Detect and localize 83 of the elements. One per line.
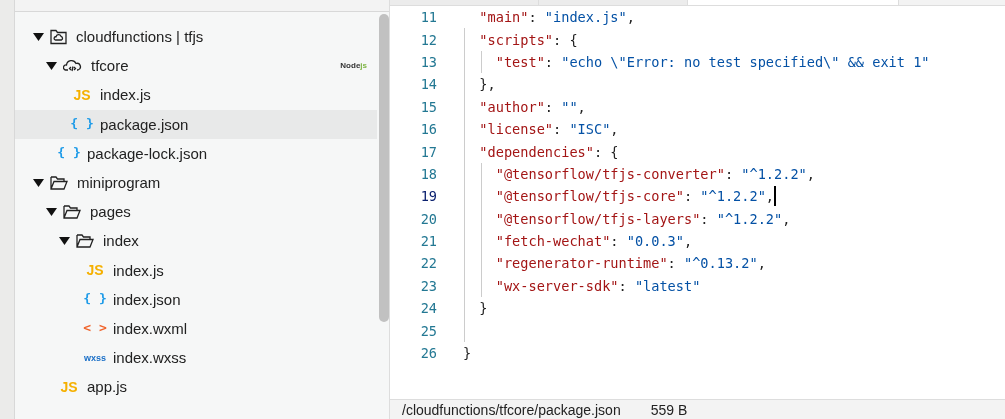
cloud-folder-icon bbox=[50, 28, 67, 45]
file-tree-item[interactable]: JS index.js bbox=[15, 80, 377, 110]
file-type-icon: { } bbox=[57, 144, 81, 163]
file-tree-item[interactable]: { } package-lock.json bbox=[15, 138, 377, 168]
file-name: pages bbox=[90, 203, 131, 221]
file-name: miniprogram bbox=[77, 174, 161, 192]
file-name: app.js bbox=[87, 378, 128, 396]
file-type-icon: wxss bbox=[83, 348, 107, 367]
file-name: index bbox=[103, 232, 139, 250]
line-number: 18 bbox=[419, 165, 437, 182]
code-line: "main": "index.js", bbox=[478, 9, 635, 26]
file-type-icon: { } bbox=[70, 115, 94, 134]
code-line: "license": "ISC", bbox=[478, 121, 619, 138]
file-tree-item[interactable]: cloudfunctions | tfjs bbox=[15, 22, 377, 52]
file-path: /cloudfunctions/tfcore/package.json bbox=[402, 401, 621, 418]
file-type-icon: < > bbox=[83, 319, 107, 338]
line-number: 16 bbox=[419, 121, 437, 138]
file-name: index.wxss bbox=[113, 349, 187, 367]
caret-icon bbox=[33, 32, 44, 41]
code-line: "regenerator-runtime": "^0.13.2", bbox=[494, 255, 766, 272]
caret-icon bbox=[33, 178, 44, 187]
caret-icon bbox=[59, 236, 70, 245]
caret-icon bbox=[46, 207, 57, 216]
file-type-icon: JS bbox=[70, 85, 94, 104]
caret-icon bbox=[46, 61, 57, 70]
text-cursor bbox=[774, 186, 777, 207]
line-number: 13 bbox=[419, 53, 437, 70]
line-number: 19 bbox=[419, 188, 437, 205]
file-name: index.js bbox=[113, 261, 164, 279]
file-name: cloudfunctions | tfjs bbox=[76, 28, 204, 46]
line-number: 15 bbox=[419, 98, 437, 115]
line-number: 17 bbox=[419, 143, 437, 160]
file-name: package-lock.json bbox=[87, 144, 208, 162]
code-line: "dependencies": { bbox=[478, 143, 619, 160]
editor-tab[interactable] bbox=[688, 0, 899, 5]
file-tree-item[interactable]: miniprogram bbox=[15, 167, 377, 198]
file-tree-item[interactable]: < > index.wxml bbox=[15, 313, 377, 344]
file-tree-item[interactable]: pages bbox=[15, 197, 377, 227]
file-tree-item[interactable]: { } index.json bbox=[15, 284, 377, 314]
file-tree-item[interactable]: wxss index.wxss bbox=[15, 343, 377, 373]
line-number: 12 bbox=[419, 31, 437, 48]
file-name: index.js bbox=[100, 86, 151, 104]
folder-icon bbox=[76, 233, 94, 248]
line-number: 14 bbox=[419, 76, 437, 93]
code-line: "@tensorflow/tfjs-converter": "^1.2.2", bbox=[494, 165, 815, 182]
editor-tab[interactable] bbox=[539, 0, 688, 5]
code-line: } bbox=[478, 300, 488, 317]
file-name: index.wxml bbox=[113, 319, 188, 337]
folder-icon bbox=[50, 175, 68, 190]
runtime-label: Nodejs bbox=[340, 61, 367, 71]
code-line: "scripts": { bbox=[478, 31, 578, 48]
file-tree-item[interactable]: { } package.json bbox=[15, 109, 377, 139]
code-line: "@tensorflow/tfjs-core": "^1.2.2", bbox=[494, 188, 775, 205]
code-line: } bbox=[463, 345, 472, 362]
line-number: 22 bbox=[419, 255, 437, 272]
line-number: 23 bbox=[419, 277, 437, 294]
file-tree-item[interactable]: tfcore Nodejs bbox=[15, 51, 377, 81]
code-line: }, bbox=[478, 76, 496, 93]
code-line: "wx-server-sdk": "latest" bbox=[494, 277, 701, 294]
line-number: 25 bbox=[419, 322, 437, 339]
file-name: tfcore bbox=[91, 57, 129, 75]
editor-tab[interactable] bbox=[390, 0, 539, 5]
folder-icon bbox=[63, 204, 81, 219]
line-number: 24 bbox=[419, 300, 437, 317]
line-number: 20 bbox=[419, 210, 437, 227]
file-name: package.json bbox=[100, 115, 189, 133]
file-type-icon: { } bbox=[83, 290, 107, 309]
cloud-code-icon bbox=[63, 59, 82, 73]
file-type-icon: JS bbox=[83, 261, 107, 280]
file-type-icon: JS bbox=[57, 377, 81, 396]
line-number: 26 bbox=[419, 345, 437, 362]
file-tree-item[interactable]: JS app.js bbox=[15, 372, 377, 402]
code-line: "@tensorflow/tfjs-layers": "^1.2.2", bbox=[494, 210, 791, 227]
code-line: "fetch-wechat": "0.0.3", bbox=[494, 233, 693, 250]
code-line: "test": "echo \"Error: no test specified\" && exit 1" bbox=[494, 53, 930, 70]
file-size: 559 B bbox=[650, 401, 688, 418]
code-line: "author": "", bbox=[478, 98, 586, 115]
scrollbar-thumb[interactable] bbox=[379, 14, 389, 322]
line-number: 11 bbox=[419, 9, 437, 26]
file-tree-item[interactable]: index bbox=[15, 226, 377, 256]
file-name: index.json bbox=[113, 290, 181, 308]
line-number: 21 bbox=[419, 233, 437, 250]
file-tree-item[interactable]: JS index.js bbox=[15, 255, 377, 285]
